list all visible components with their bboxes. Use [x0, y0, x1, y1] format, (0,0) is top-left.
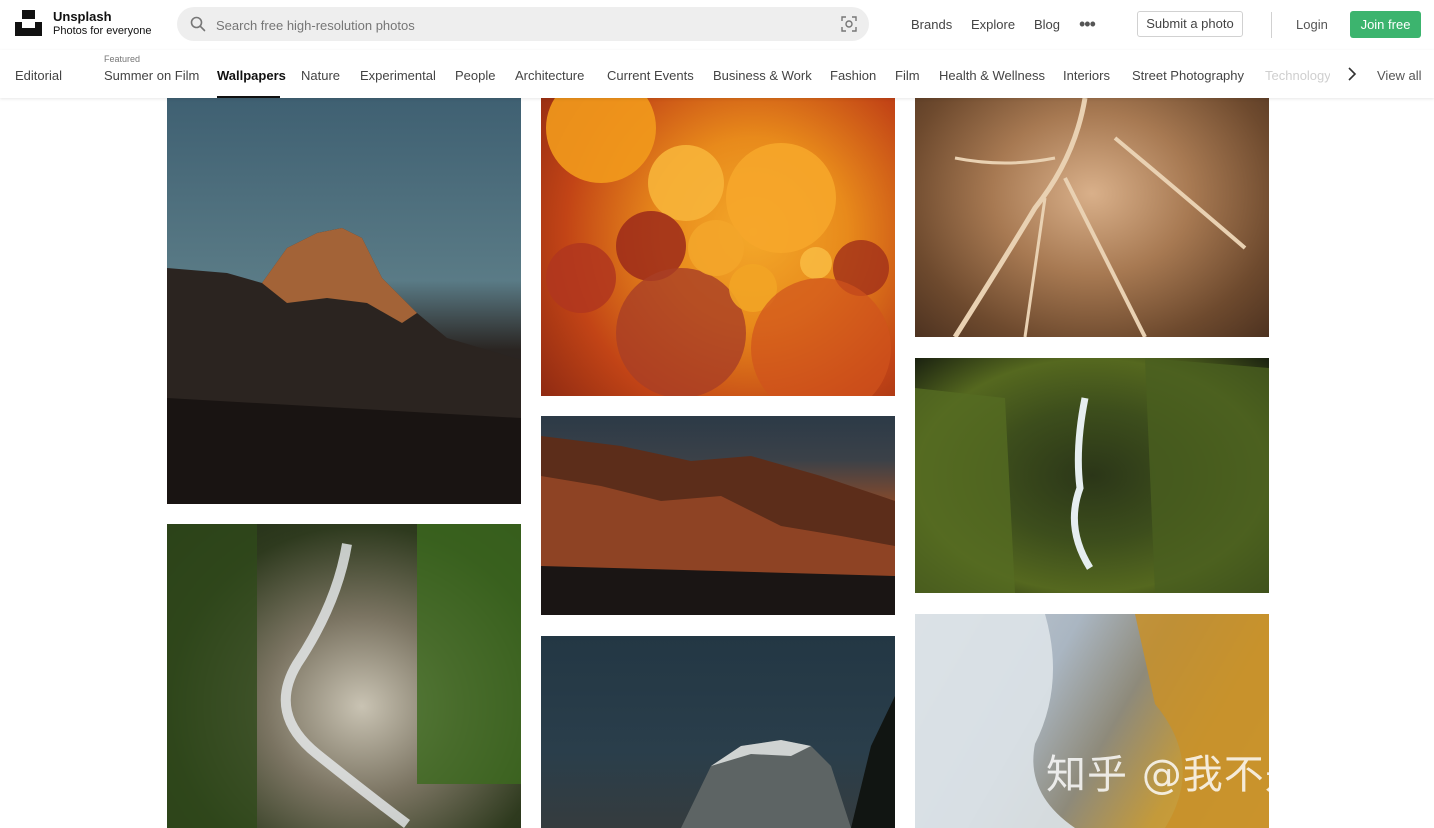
- topic-business-work[interactable]: Business & Work: [713, 68, 812, 83]
- chevron-right-icon[interactable]: [1346, 66, 1358, 82]
- topic-fashion[interactable]: Fashion: [830, 68, 876, 83]
- search-input[interactable]: [214, 7, 818, 43]
- topic-summer-on-film[interactable]: Summer on Film: [104, 68, 199, 83]
- topic-street-photography[interactable]: Street Photography: [1132, 68, 1244, 83]
- active-topic-underline: [217, 96, 280, 98]
- brand-tagline: Photos for everyone: [53, 25, 152, 37]
- topic-health-wellness[interactable]: Health & Wellness: [939, 68, 1045, 83]
- topic-nature[interactable]: Nature: [301, 68, 340, 83]
- photo-river-delta[interactable]: [915, 98, 1269, 337]
- photo-orange-bubbles[interactable]: [541, 98, 895, 396]
- topic-wallpapers[interactable]: Wallpapers: [217, 68, 286, 83]
- search-icon[interactable]: [190, 16, 206, 32]
- nav-brands-link[interactable]: Brands: [911, 17, 952, 32]
- visual-search-icon[interactable]: [841, 16, 857, 32]
- photo-mountain-peak[interactable]: [167, 98, 521, 504]
- join-free-button[interactable]: Join free: [1350, 11, 1421, 38]
- topic-people[interactable]: People: [455, 68, 495, 83]
- more-menu-icon[interactable]: •••: [1079, 14, 1096, 35]
- topic-navigation: Editorial Featured Summer on Film Wallpa…: [0, 50, 1434, 98]
- unsplash-logo-icon[interactable]: [15, 10, 42, 36]
- featured-caption: Featured: [104, 54, 141, 64]
- photo-granite-dome[interactable]: [541, 636, 895, 828]
- topic-film[interactable]: Film: [895, 68, 920, 83]
- brand-name[interactable]: Unsplash: [53, 9, 112, 24]
- nav-explore-link[interactable]: Explore: [971, 17, 1015, 32]
- search-bar[interactable]: [177, 7, 869, 43]
- nav-blog-link[interactable]: Blog: [1034, 17, 1060, 32]
- topic-experimental[interactable]: Experimental: [360, 68, 436, 83]
- topic-architecture[interactable]: Architecture: [515, 68, 584, 83]
- topic-interiors[interactable]: Interiors: [1063, 68, 1110, 83]
- top-bar: Unsplash Photos for everyone Brands Expl…: [0, 0, 1434, 50]
- login-link[interactable]: Login: [1296, 17, 1328, 32]
- view-all-link[interactable]: View all: [1377, 68, 1422, 83]
- submit-photo-button[interactable]: Submit a photo: [1137, 11, 1243, 37]
- topic-technology[interactable]: Technology: [1265, 68, 1330, 83]
- topic-editorial[interactable]: Editorial: [15, 68, 62, 83]
- photo-canyon-waterfall[interactable]: [915, 358, 1269, 593]
- photo-red-hills[interactable]: [541, 416, 895, 615]
- photo-forest-waterfall[interactable]: [167, 524, 521, 828]
- header-divider: [1271, 12, 1272, 38]
- watermark-text: 知乎 @我不是大师: [1046, 752, 1388, 798]
- topic-current-events[interactable]: Current Events: [607, 68, 694, 83]
